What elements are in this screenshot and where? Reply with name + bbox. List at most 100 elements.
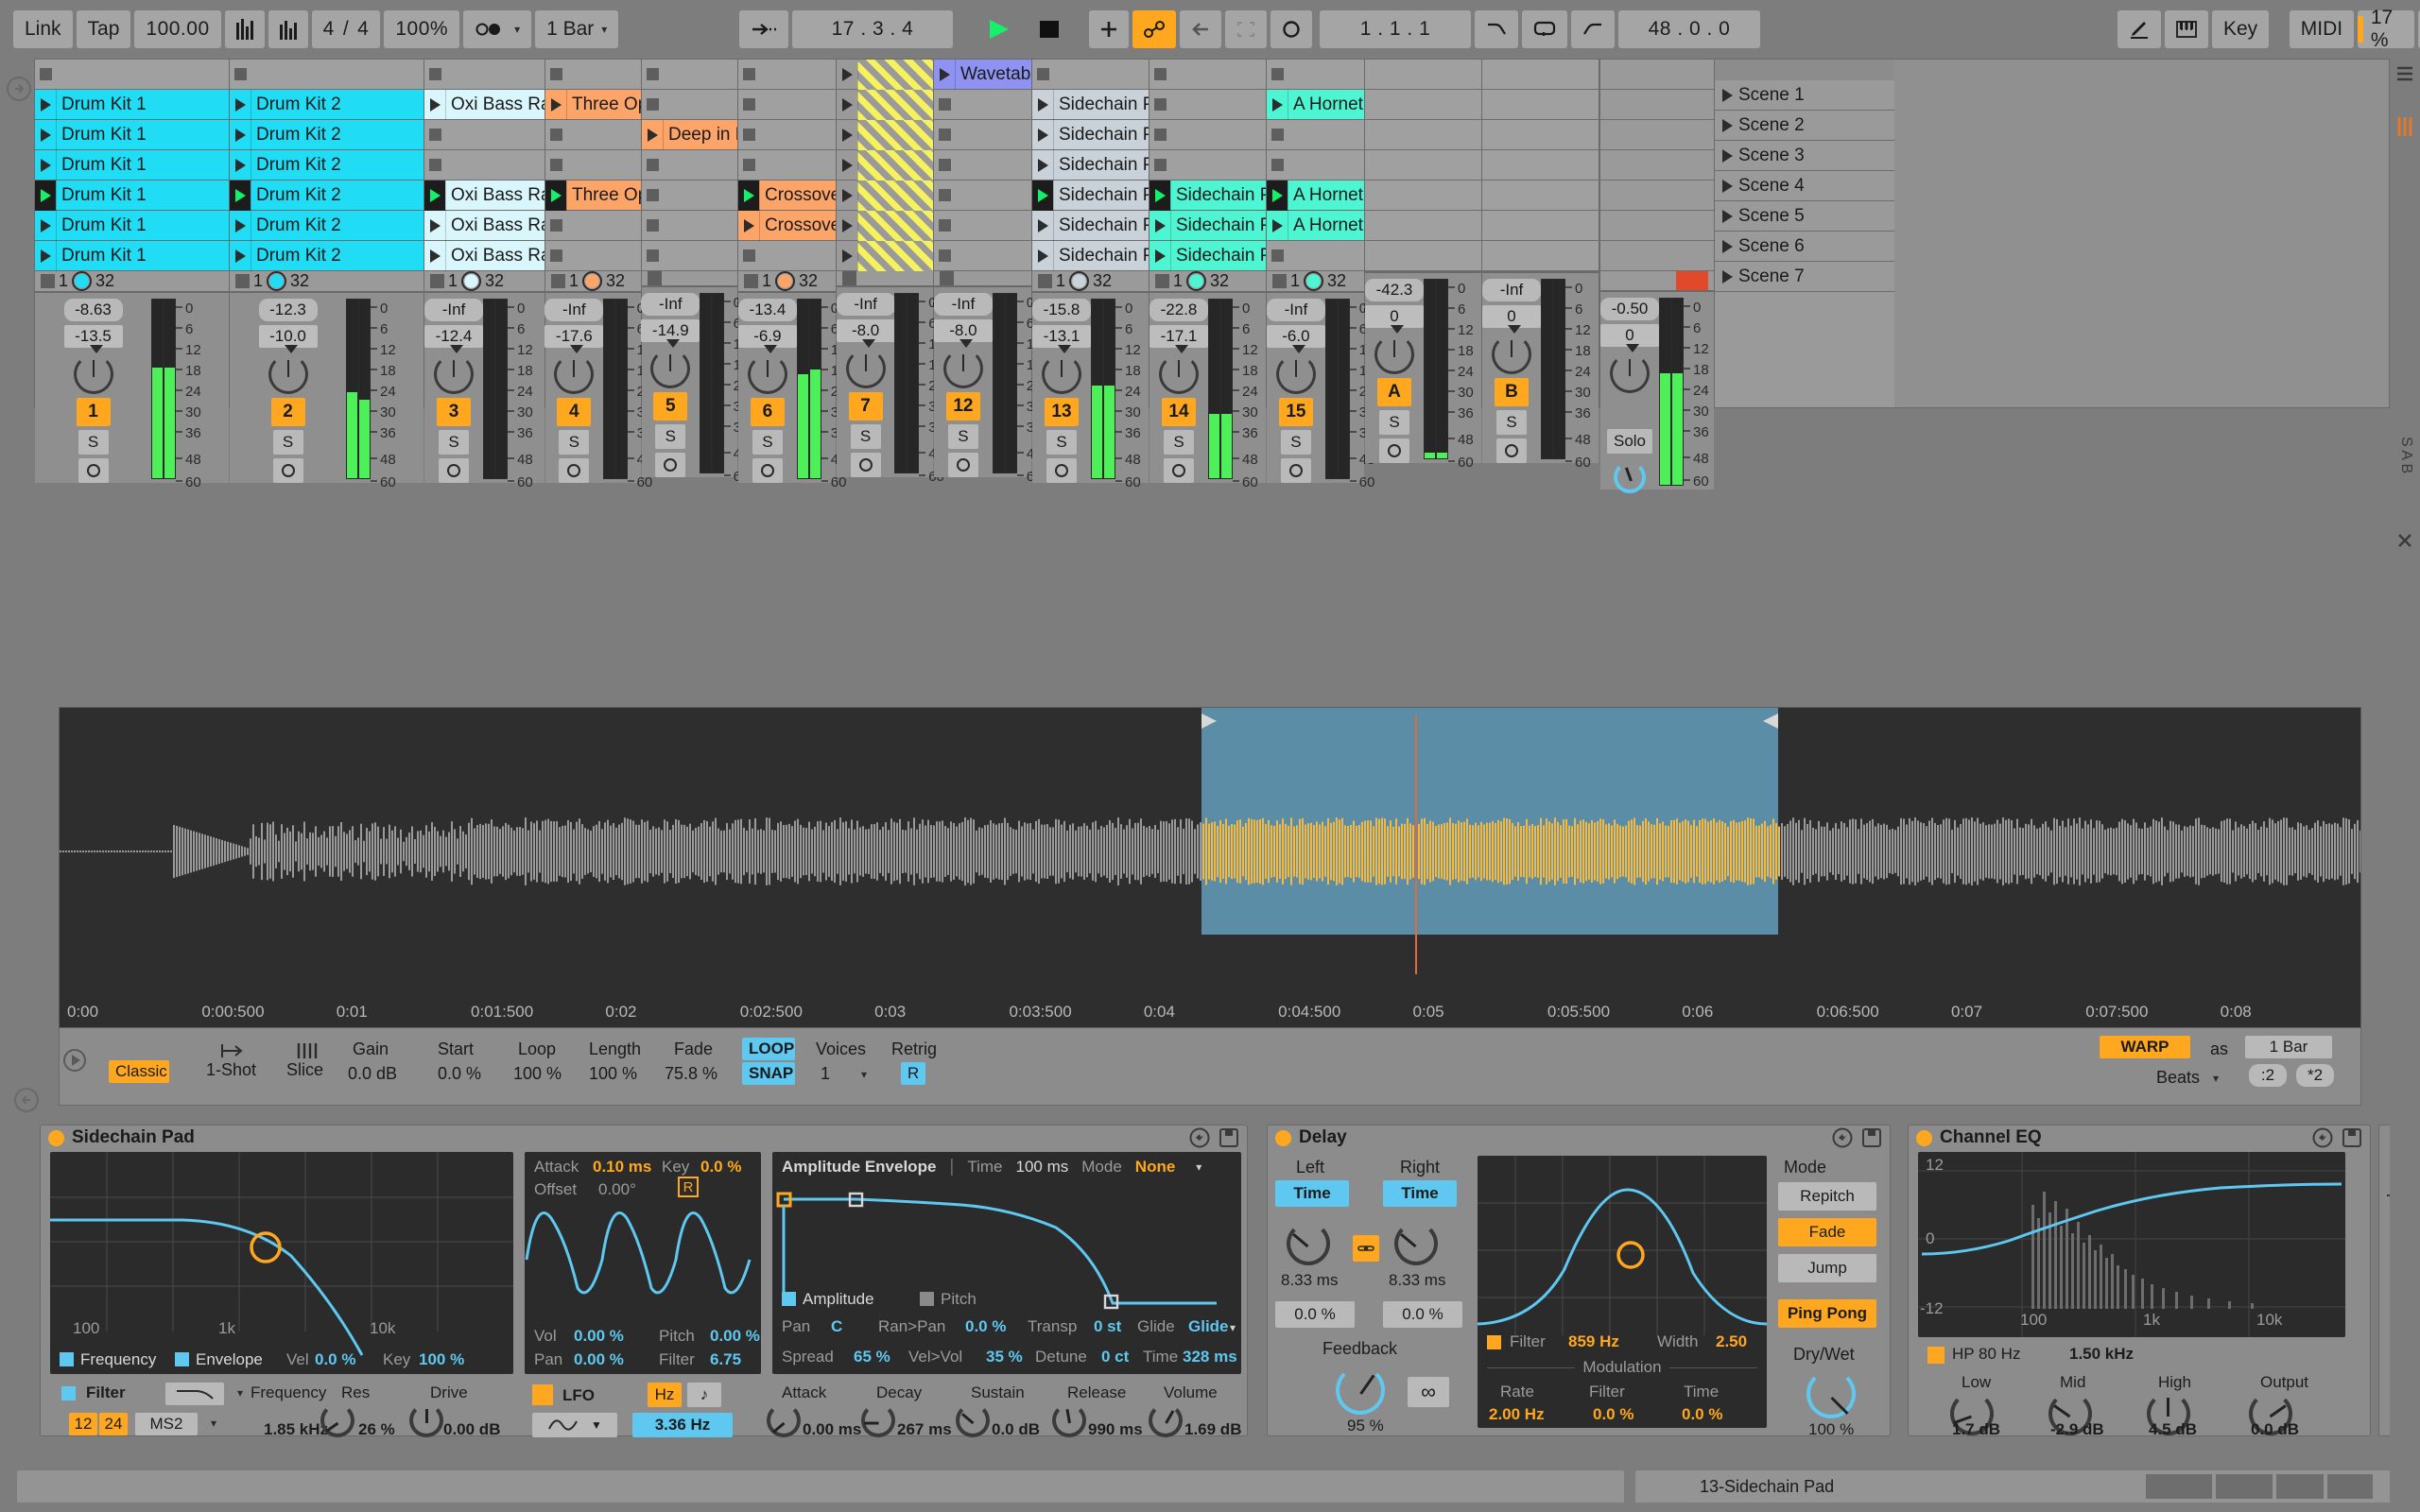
delay-filter-panel[interactable]: Filter 859 Hz Width 2.50 Modulation Rate… [1478,1156,1767,1428]
lfo-rate-value[interactable]: 3.36 Hz [632,1413,733,1437]
volume-display[interactable]: -15.8 [1032,299,1091,321]
arm-record-button[interactable] [851,453,881,477]
scene-row-3[interactable]: Scene 3 [1715,141,1894,171]
stop-clip-button[interactable] [235,274,250,288]
clip-slot[interactable]: Wavetable Pad [934,60,1031,90]
clip-slot[interactable]: Oxi Bass Rack [424,211,544,241]
double-warp-button[interactable]: *2 [2296,1064,2334,1087]
key-map-button[interactable]: Key [2212,10,2269,48]
one-shot-label[interactable]: 1-Shot [206,1060,256,1080]
stop-button[interactable] [1027,10,1072,48]
solo-button[interactable]: S [559,430,589,455]
clip-slot-empty[interactable] [934,180,1031,211]
clip-slot-empty[interactable] [424,150,544,180]
delay-filter-checkbox[interactable] [1487,1335,1501,1349]
launch-knob[interactable] [461,271,481,291]
arm-record-button[interactable] [1379,438,1409,463]
pan-knob[interactable] [1374,335,1414,374]
clip-slot-empty[interactable] [934,90,1031,120]
device-power-icon[interactable] [1275,1130,1291,1146]
draw-mode-button[interactable] [2118,10,2161,48]
master-preview-knob[interactable] [1614,461,1646,493]
delay-right-mode[interactable]: Time [1383,1180,1457,1207]
arm-record-button[interactable] [439,458,469,483]
delay-mode-fade[interactable]: Fade [1778,1218,1876,1246]
time2-value[interactable]: 328 ms [1183,1348,1237,1366]
launch-offset-a[interactable]: 1 [253,271,263,291]
volume-display[interactable]: -Inf [934,293,993,316]
scene-row-7[interactable]: Scene 7 [1715,262,1894,292]
adsr-knob-3[interactable] [1052,1403,1086,1437]
pan-knob[interactable] [1276,354,1316,394]
solo-button[interactable]: S [273,430,303,455]
eq-highpass-checkbox[interactable] [1927,1347,1945,1364]
lfo-hz-button[interactable]: Hz [648,1383,682,1407]
launch-offset-a[interactable]: 1 [1290,271,1300,291]
res-value[interactable]: 26 % [358,1420,395,1439]
adsr-value-4[interactable]: 1.69 dB [1184,1420,1241,1439]
eq-band-value-1[interactable]: -2.9 dB [2050,1420,2104,1439]
lfo-offset-value[interactable]: 0.00° [598,1180,636,1199]
launch-knob[interactable] [72,271,92,291]
capture-midi-button[interactable] [1225,10,1267,48]
stop-clip-button[interactable] [1272,274,1287,288]
fade-value[interactable]: 75.8 % [665,1064,717,1084]
adsr-value-0[interactable]: 0.00 ms [803,1420,861,1439]
clip-slot[interactable]: Three Op Bass [545,180,641,211]
loop-start-field[interactable]: 1 . 1 . 1 [1320,10,1471,48]
res-knob[interactable] [320,1403,354,1437]
clip-slot-empty[interactable] [424,60,544,90]
snap-button[interactable]: SNAP [742,1062,795,1085]
mixer-icon[interactable] [2395,115,2414,138]
drive-knob[interactable] [409,1403,443,1437]
volume-display[interactable]: -12.3 [259,299,318,321]
device-power-icon[interactable] [48,1130,64,1146]
hot-swap-icon[interactable] [2312,1127,2333,1148]
pan2-value[interactable]: C [831,1317,842,1336]
clip-slot-empty[interactable] [738,241,836,271]
chevron-down-icon[interactable]: ▾ [2213,1072,2219,1085]
lfo-vol-value[interactable]: 0.00 % [574,1327,624,1346]
hot-swap-icon[interactable] [1189,1127,1210,1148]
clip-slot-empty[interactable] [642,211,737,241]
clip-slot[interactable]: Drum Kit 1 [35,211,229,241]
computer-midi-keyboard-button[interactable] [2165,10,2208,48]
launch-offset-b[interactable]: 32 [1093,271,1112,291]
spread-value[interactable]: 65 % [854,1348,890,1366]
volume-display[interactable]: -Inf [1267,299,1325,321]
stop-clip-button[interactable] [551,274,565,288]
stop-clip-button[interactable] [1038,274,1052,288]
arrangement-position[interactable]: 17 . 3 . 4 [792,10,953,48]
save-preset-icon[interactable] [1861,1127,1882,1148]
launch-offset-a[interactable]: 1 [1056,271,1065,291]
frequency-value[interactable]: 1.85 kHz [264,1420,328,1439]
arm-record-button[interactable] [78,458,109,483]
track-8[interactable]: 12 Wavetable P Wavetable Pad Sends A B [934,60,1032,407]
clip-slot[interactable]: Drum Kit 1 [35,180,229,211]
adsr-knob-2[interactable] [956,1403,990,1437]
track-activator-button[interactable]: 14 [1162,398,1196,426]
track-activator-button[interactable]: 5 [653,392,687,421]
session-view-collapse-icon[interactable] [6,76,32,102]
save-preset-icon[interactable] [1219,1127,1239,1148]
ranpan-value[interactable]: 0.0 % [965,1317,1006,1336]
solo-button[interactable]: S [1496,410,1527,435]
tempo-field[interactable]: 100.00 [134,10,220,48]
track-activator-button[interactable]: A [1377,378,1411,406]
clip-slot-empty[interactable] [1267,241,1364,271]
launch-offset-b[interactable]: 32 [799,271,818,291]
launch-offset-b[interactable]: 32 [290,271,309,291]
launch-knob[interactable] [1186,271,1206,291]
loop-toggle-button[interactable] [1522,10,1567,48]
pan-knob[interactable] [434,354,474,394]
clip-slot[interactable]: Sidechain Pad [1032,180,1149,211]
volume-display[interactable]: -Inf [424,299,483,321]
clip-slot-empty[interactable] [1150,60,1266,90]
stop-clip-button[interactable] [940,271,954,285]
adsr-value-3[interactable]: 990 ms [1088,1420,1143,1439]
solo-button[interactable]: S [1281,430,1311,455]
clip-slot[interactable]: Drum Kit 2 [230,180,424,211]
volume-display[interactable]: -Inf [1482,279,1541,301]
lfo-enable-checkbox[interactable] [532,1384,553,1405]
launch-knob[interactable] [582,271,602,291]
